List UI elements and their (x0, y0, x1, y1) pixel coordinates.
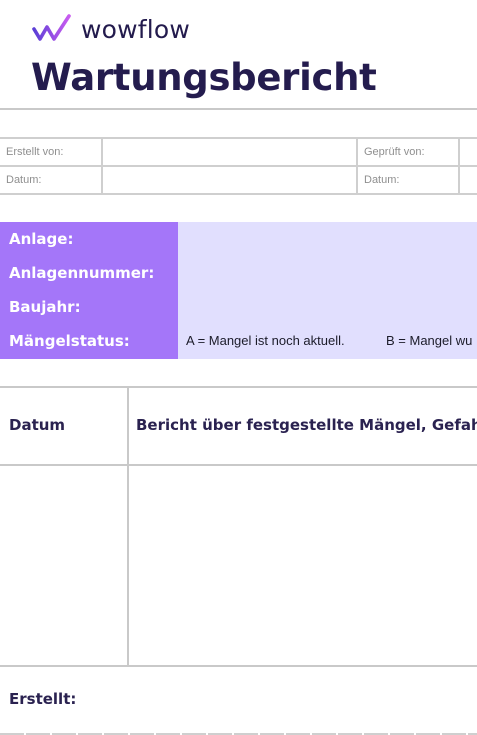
check-date-label: Datum: (364, 174, 400, 186)
date-field[interactable] (103, 167, 356, 193)
report-date-cell[interactable] (0, 468, 127, 666)
check-date-field[interactable] (460, 167, 477, 193)
header-divider (0, 108, 477, 110)
plant-label: Anlage: (9, 230, 74, 248)
report-text-cell[interactable] (129, 468, 477, 666)
plant-info-block: Anlage: Anlagennummer: Baujahr: Mängelst… (0, 222, 477, 359)
brand-name: wowflow (81, 14, 191, 44)
wowflow-logo-icon (32, 14, 71, 41)
signature-footer: Erstellt: (0, 665, 477, 735)
created-by-label: Erstellt von: (6, 146, 64, 158)
brand-logo: wowflow (32, 12, 190, 46)
page-title: Wartungsbericht (31, 56, 377, 99)
date-column-header: Datum (9, 416, 66, 434)
plant-number-label: Anlagennummer: (9, 264, 155, 282)
plant-value-column[interactable]: A = Mangel ist noch aktuell. B = Mangel … (178, 222, 477, 359)
plant-label-column: Anlage: Anlagennummer: Baujahr: Mängelst… (0, 222, 178, 359)
meta-row-date: Datum: Datum: (0, 167, 477, 195)
build-year-label: Baujahr: (9, 298, 81, 316)
checked-by-label: Geprüft von: (364, 146, 425, 158)
status-a-text: A = Mangel ist noch aktuell. (186, 333, 345, 348)
report-table: Datum Bericht über festgestellte Mängel,… (0, 386, 477, 666)
checked-by-field[interactable] (460, 139, 477, 165)
status-b-text: B = Mangel wu (386, 333, 473, 348)
document-header: wowflow Wartungsbericht (0, 0, 477, 110)
report-table-header: Datum Bericht über festgestellte Mängel,… (0, 388, 477, 466)
meta-table: Erstellt von: Geprüft von: Datum: Datum: (0, 137, 477, 195)
report-column-header: Bericht über festgestellte Mängel, Gefah… (136, 416, 477, 434)
created-by-field[interactable] (103, 139, 356, 165)
defect-status-label: Mängelstatus: (9, 332, 130, 350)
date-label: Datum: (6, 174, 42, 186)
created-label: Erstellt: (9, 690, 77, 708)
meta-row-creator: Erstellt von: Geprüft von: (0, 139, 477, 167)
